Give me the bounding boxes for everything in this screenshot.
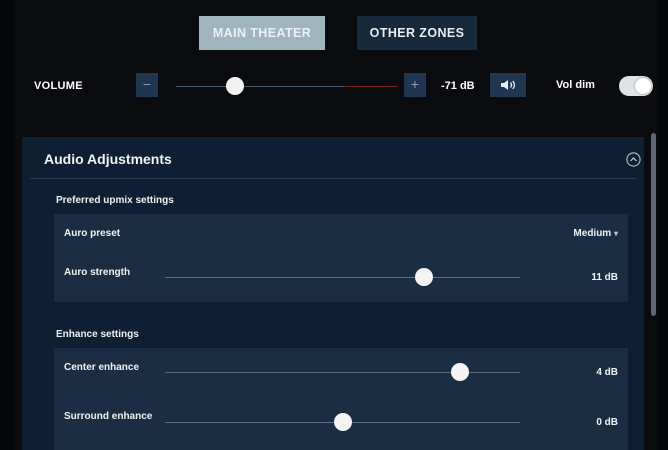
vol-dim-label: Vol dim	[556, 79, 595, 91]
volume-down-button[interactable]: −	[136, 73, 158, 97]
tab-main-theater[interactable]: MAIN THEATER	[199, 16, 325, 50]
tab-other-zones[interactable]: OTHER ZONES	[357, 16, 477, 50]
auro-preset-label: Auro preset	[64, 228, 121, 239]
auro-strength-value: 11 dB	[591, 272, 618, 283]
auro-preset-value: Medium	[573, 228, 612, 239]
volume-value: -71 dB	[441, 80, 475, 92]
enhance-section-label: Enhance settings	[56, 329, 139, 340]
center-enhance-label: Center enhance	[64, 362, 140, 373]
auro-strength-slider-track[interactable]	[165, 277, 520, 278]
surround-enhance-label: Surround enhance	[64, 411, 153, 422]
panel-scrollbar[interactable]	[651, 133, 656, 316]
mute-button[interactable]	[490, 73, 526, 97]
panel-title: Audio Adjustments	[44, 151, 172, 167]
auro-strength-slider-handle[interactable]	[415, 268, 434, 286]
vol-dim-toggle-knob	[635, 78, 651, 94]
surround-enhance-slider-handle[interactable]	[333, 413, 352, 431]
volume-up-button[interactable]: +	[404, 73, 426, 97]
vol-dim-toggle[interactable]	[619, 76, 653, 96]
auro-strength-label: Auro strength	[64, 267, 131, 278]
center-enhance-slider-handle[interactable]	[450, 363, 469, 381]
caret-down-icon: ▾	[613, 229, 618, 238]
panel-divider	[30, 178, 636, 179]
volume-label: VOLUME	[34, 80, 83, 92]
speaker-icon	[501, 80, 516, 90]
enhance-card: Center enhance 4 dB Surround enhance 0 d…	[54, 348, 628, 450]
upmix-card: Auro preset Medium ▾ Auro strength 11 dB	[54, 214, 628, 302]
auro-preset-dropdown[interactable]: Medium ▾	[573, 228, 618, 239]
surround-enhance-value: 0 dB	[596, 417, 618, 428]
upmix-section-label: Preferred upmix settings	[56, 195, 174, 206]
volume-slider-limit-zone	[345, 86, 397, 87]
chevron-up-circle-icon[interactable]	[626, 152, 641, 167]
audio-adjustments-panel: Audio Adjustments Preferred upmix settin…	[22, 137, 644, 450]
center-enhance-value: 4 dB	[596, 367, 618, 378]
